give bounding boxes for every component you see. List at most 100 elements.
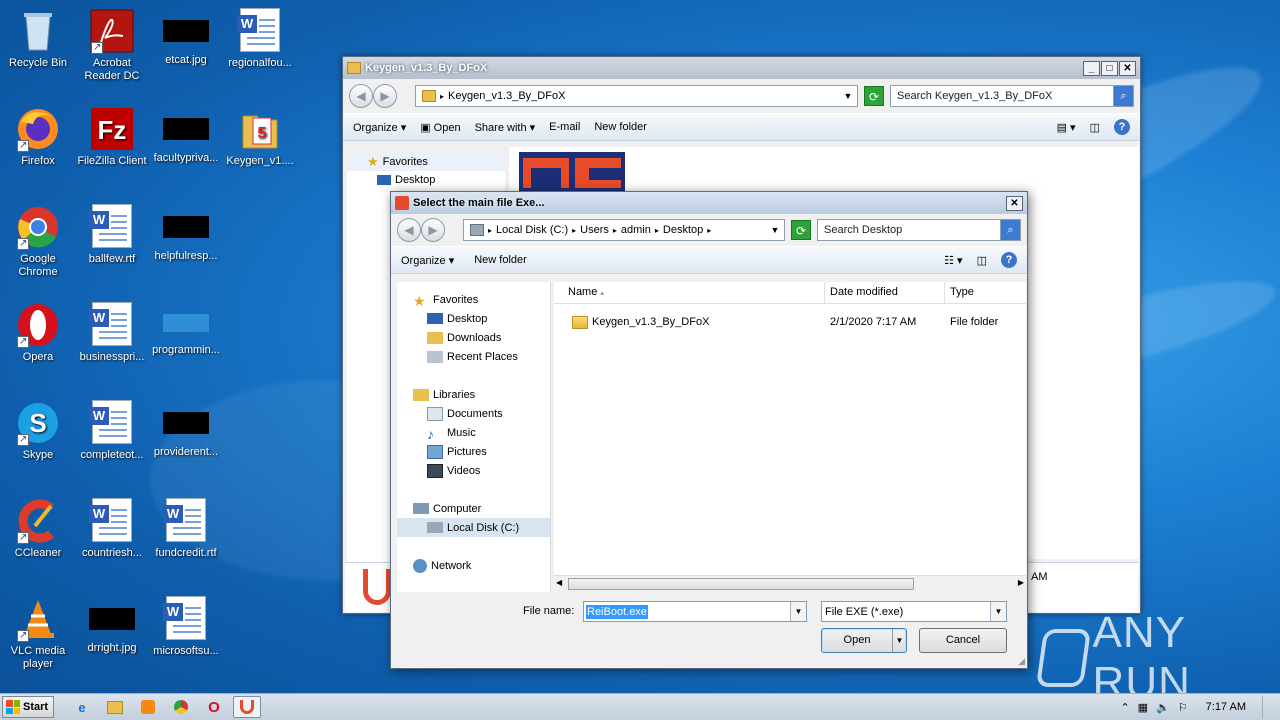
file-name-input[interactable]: ReiBoot.exe ▼ <box>583 601 807 622</box>
dialog-titlebar[interactable]: Select the main file Exe... ✕ <box>391 192 1027 214</box>
help-icon[interactable]: ? <box>1114 119 1130 135</box>
back-button[interactable]: ◀ <box>349 84 373 108</box>
desktop-icon-recycle-bin[interactable]: Recycle Bin <box>0 8 76 70</box>
desktop-icon-countriesh[interactable]: W countriesh... <box>74 498 150 560</box>
nav-favorites[interactable]: Favorites <box>383 156 428 168</box>
show-hidden-icons-icon[interactable]: ⌃ <box>1120 701 1129 714</box>
desktop-icon-etcat[interactable]: etcat.jpg <box>148 8 224 67</box>
desktop-icon-programmin[interactable]: programmin... <box>148 302 224 357</box>
desktop-icon-firefox[interactable]: Firefox <box>0 106 76 168</box>
search-icon[interactable]: ⌕ <box>1000 220 1020 240</box>
nav-recent-places[interactable]: Recent Places <box>397 347 550 366</box>
resize-grip-icon[interactable]: ◢ <box>1018 656 1025 667</box>
column-name[interactable]: Name ▴ <box>554 282 825 303</box>
nav-network[interactable]: Network <box>397 556 550 575</box>
desktop-icon-ccleaner[interactable]: CCleaner <box>0 498 76 560</box>
nav-pictures[interactable]: Pictures <box>397 442 550 461</box>
open-split-arrow[interactable]: ▼ <box>892 629 906 652</box>
desktop-icon-regionalfou[interactable]: W regionalfou... <box>222 8 298 70</box>
breadcrumb-desktop[interactable]: Desktop <box>663 224 703 236</box>
explorer-address-bar[interactable]: ▸ Keygen_v1.3_By_DFoX ▼ <box>415 85 858 107</box>
dialog-organize-button[interactable]: Organize ▾ <box>401 254 454 267</box>
organize-button[interactable]: Organize ▾ <box>353 121 406 134</box>
cancel-button[interactable]: Cancel <box>919 628 1007 653</box>
file-type-select[interactable]: File EXE (*.exe) ▼ <box>821 601 1007 622</box>
desktop-icon-microsoftsu[interactable]: W microsoftsu... <box>148 596 224 658</box>
desktop-icon-opera[interactable]: Opera <box>0 302 76 364</box>
desktop-icon-vlc[interactable]: VLC media player <box>0 596 76 671</box>
chevron-down-icon[interactable]: ▼ <box>990 602 1006 621</box>
media-player-icon[interactable] <box>134 696 162 718</box>
dialog-close-button[interactable]: ✕ <box>1006 195 1023 211</box>
chevron-down-icon[interactable]: ▼ <box>839 91 857 101</box>
dialog-search-input[interactable]: Search Desktop ⌕ <box>817 219 1021 241</box>
start-button[interactable]: Start <box>2 696 54 718</box>
scrollbar-thumb[interactable] <box>568 578 914 590</box>
file-row[interactable]: Keygen_v1.3_By_DFoX 2/1/2020 7:17 AM Fil… <box>554 312 1026 332</box>
new-folder-button[interactable]: New folder <box>594 121 647 133</box>
file-list[interactable]: Name ▴ Date modified Type Keygen_v1.3_By… <box>554 282 1026 592</box>
open-file-dialog[interactable]: Select the main file Exe... ✕ ◀ ▶ ▸ Loca… <box>390 191 1028 669</box>
desktop-icon-drright[interactable]: drright.jpg <box>74 596 150 655</box>
close-button[interactable]: ✕ <box>1119 60 1136 76</box>
preview-pane-icon[interactable]: ◫ <box>977 254 987 267</box>
explorer-titlebar[interactable]: Keygen_v1.3_By_DFoX _ □ ✕ <box>343 57 1140 79</box>
open-button[interactable]: Open ▼ <box>821 628 907 653</box>
dialog-new-folder-button[interactable]: New folder <box>474 254 527 266</box>
action-center-flag-icon[interactable]: ⚐ <box>1178 701 1188 714</box>
desktop-icon-helpfulresp[interactable]: helpfulresp... <box>148 204 224 263</box>
keygen-taskbar-icon[interactable] <box>233 696 261 718</box>
column-type[interactable]: Type <box>945 282 1026 303</box>
volume-icon[interactable]: 🔈 <box>1156 701 1170 714</box>
nav-desktop[interactable]: Desktop <box>395 174 435 186</box>
explorer-taskbar-icon[interactable] <box>101 696 129 718</box>
forward-button[interactable]: ▶ <box>373 84 397 108</box>
desktop-icon-fundcredit[interactable]: W fundcredit.rtf <box>148 498 224 560</box>
nav-computer[interactable]: Computer <box>397 499 550 518</box>
desktop-icon-keygen[interactable]: 5 Keygen_v1.... <box>222 106 298 168</box>
chevron-down-icon[interactable]: ▼ <box>766 225 784 235</box>
desktop-icon-facultypriva[interactable]: facultypriva... <box>148 106 224 165</box>
dialog-back-button[interactable]: ◀ <box>397 218 421 242</box>
nav-videos[interactable]: Videos <box>397 461 550 480</box>
nav-documents[interactable]: Documents <box>397 404 550 423</box>
desktop-icon-chrome[interactable]: Google Chrome <box>0 204 76 279</box>
share-with-button[interactable]: Share with ▾ <box>475 121 536 134</box>
email-button[interactable]: E-mail <box>549 121 580 133</box>
desktop-icon-completeot[interactable]: W completeot... <box>74 400 150 462</box>
desktop-icon-acrobat[interactable]: Acrobat Reader DC <box>74 8 150 83</box>
search-icon[interactable]: ⌕ <box>1113 86 1133 106</box>
desktop-icon-skype[interactable]: S Skype <box>0 400 76 462</box>
breadcrumb-local-disk[interactable]: Local Disk (C:) <box>496 224 568 236</box>
nav-music[interactable]: ♪ Music <box>397 423 550 442</box>
maximize-button[interactable]: □ <box>1101 60 1118 76</box>
minimize-button[interactable]: _ <box>1083 60 1100 76</box>
nav-desktop[interactable]: Desktop <box>397 309 550 328</box>
desktop-icon-businesspri[interactable]: W businesspri... <box>74 302 150 364</box>
opera-taskbar-icon[interactable]: O <box>200 696 228 718</box>
network-tray-icon[interactable]: ▦ <box>1138 701 1148 714</box>
scroll-left-arrow[interactable]: ◀ <box>556 578 562 587</box>
desktop-icon-filezilla[interactable]: Fz FileZilla Client <box>74 106 150 168</box>
refresh-button[interactable]: ⟳ <box>864 86 884 106</box>
preview-pane-icon[interactable]: ◫ <box>1090 121 1100 134</box>
nav-local-disk[interactable]: Local Disk (C:) <box>397 518 550 537</box>
nav-favorites[interactable]: ★ Favorites <box>397 290 550 309</box>
breadcrumb-admin[interactable]: admin <box>621 224 651 236</box>
nav-downloads[interactable]: Downloads <box>397 328 550 347</box>
keygen-thumbnail[interactable] <box>519 152 625 192</box>
dialog-address-bar[interactable]: ▸ Local Disk (C:) ▸ Users ▸ admin ▸ Desk… <box>463 219 785 241</box>
views-icon[interactable]: ☷ ▾ <box>944 254 962 267</box>
desktop-icon-providerent[interactable]: providerent... <box>148 400 224 459</box>
ie-icon[interactable]: e <box>68 696 96 718</box>
dialog-forward-button[interactable]: ▶ <box>421 218 445 242</box>
chevron-down-icon[interactable]: ▼ <box>790 602 806 621</box>
help-icon[interactable]: ? <box>1001 252 1017 268</box>
scroll-right-arrow[interactable]: ▶ <box>1018 578 1024 587</box>
show-desktop-button[interactable] <box>1262 696 1272 718</box>
views-icon[interactable]: ▤ ▾ <box>1057 121 1076 134</box>
chrome-taskbar-icon[interactable] <box>167 696 195 718</box>
nav-libraries[interactable]: Libraries <box>397 385 550 404</box>
horizontal-scrollbar[interactable]: ◀ ▶ <box>554 575 1026 592</box>
breadcrumb-users[interactable]: Users <box>580 224 609 236</box>
